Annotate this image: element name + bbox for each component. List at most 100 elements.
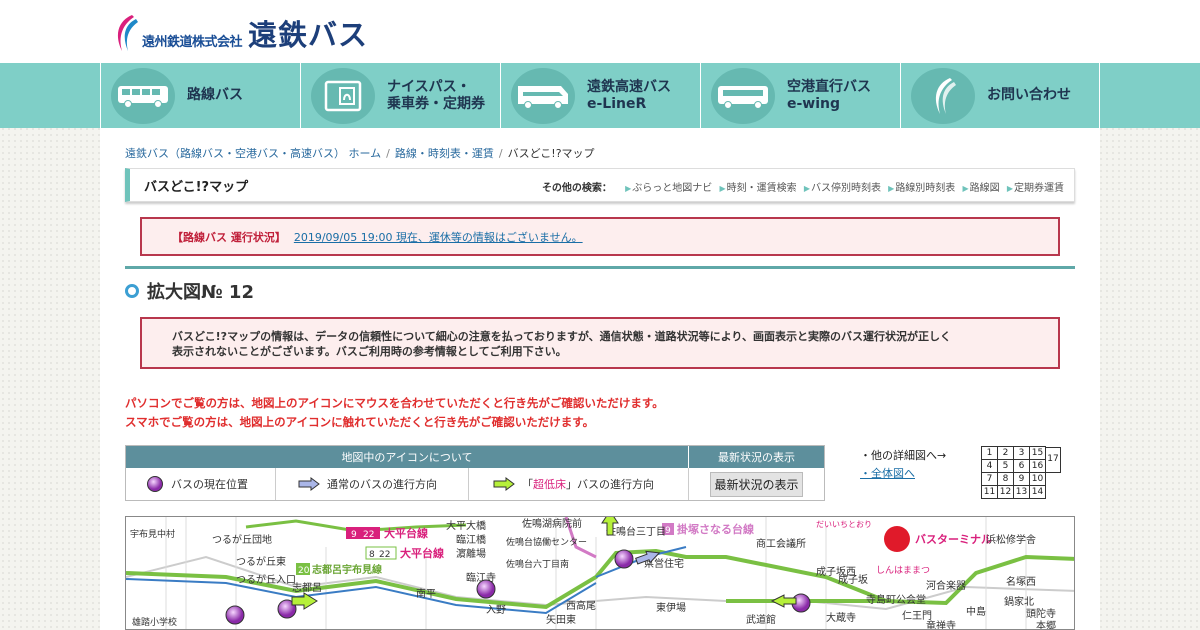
service-status-alert: 【路線バス 運行状況】 2019/09/05 19:00 現在、運休等の情報はご… — [140, 217, 1060, 256]
grid-cell[interactable]: 11 — [981, 485, 998, 499]
grid-cell[interactable]: 5 — [997, 459, 1014, 473]
company-name: 遠州鉄道株式会社 — [142, 34, 243, 50]
link-stop-timetable[interactable]: ▶バス停別時刻表 — [804, 183, 881, 194]
map-label: 鍋家北 — [1004, 595, 1034, 608]
map-label: 矢田東 — [546, 613, 576, 626]
airport-bus-icon — [711, 67, 775, 124]
grid-cell[interactable]: 16 — [1029, 459, 1046, 473]
map-label: つるが丘団地 — [212, 533, 272, 546]
line-badge-8-22: 8 22 大平台線 — [365, 546, 444, 560]
svg-text:20: 20 — [298, 566, 310, 576]
notice-line-1: バスどこ!?マップの情報は、データの信頼性について細心の注意を払っておりますが、… — [172, 330, 951, 343]
grid-cell[interactable]: 10 — [1029, 472, 1046, 486]
ring-icon — [125, 284, 139, 298]
nav-item-route-bus[interactable]: 路線バス — [100, 63, 300, 128]
link-commuter-fare[interactable]: ▶定期券運賃 — [1007, 183, 1064, 194]
bus-icon — [111, 67, 175, 124]
map-label: 成子坂 — [838, 574, 868, 586]
card-icon — [311, 67, 375, 124]
map-label: 佐鳴台六丁目南 — [506, 558, 569, 570]
usage-instructions: パソコンでご覧の方は、地図上のアイコンにマウスを合わせていただくと行き先がご確認… — [125, 394, 664, 432]
map-label: 宇布見中村 — [130, 528, 175, 540]
svg-text:大平台線: 大平台線 — [400, 546, 444, 560]
map-label: しんはままつ — [876, 565, 930, 576]
site-header: 遠州鉄道株式会社 遠鉄バス — [0, 0, 1200, 63]
svg-text:9: 9 — [351, 530, 357, 540]
map-label: 中島 — [966, 605, 986, 618]
nav-item-nicepass[interactable]: ナイスパス・ 乗車券・定期券 — [300, 63, 500, 128]
breadcrumb-routes[interactable]: 路線・時刻表・運賃 — [395, 147, 494, 160]
map-label: 佐鳴湖病院前 — [522, 517, 582, 530]
map-label: 佐鳴台協働センター — [506, 536, 587, 548]
nav-label-1: ナイスパス・ — [387, 78, 471, 95]
map-label: 西高尾 — [566, 599, 596, 612]
map-label: 竜禅寺 — [926, 619, 956, 630]
grid-cell[interactable]: 15 — [1029, 446, 1046, 460]
link-burari-map[interactable]: ▶ぶらっと地図ナビ — [625, 183, 712, 194]
highway-bus-icon — [511, 67, 575, 124]
nav-item-contact[interactable]: お問い合わせ — [900, 63, 1100, 128]
map-label: つるが丘東 — [236, 555, 286, 568]
legend-normal-direction: 通常のバスの進行方向 — [276, 468, 469, 500]
breadcrumb-sep: / — [386, 147, 390, 160]
nav-label-2: 乗車券・定期券 — [387, 95, 485, 112]
instruction-pc: パソコンでご覧の方は、地図上のアイコンにマウスを合わせていただくと行き先がご確認… — [125, 396, 664, 410]
bus-map[interactable]: 9 22 大平台線 8 22 大平台線 20 志都呂宇布見線 9 掛塚さなる台線 — [125, 516, 1075, 630]
legend-low-floor-direction: 「超低床」バスの進行方向 — [469, 468, 689, 500]
map-label: 南平 — [416, 587, 436, 600]
grid-cell[interactable]: 7 — [981, 472, 998, 486]
map-grid-index: 1 2 3 15 17 4 5 6 16 7 8 9 10 11 12 13 1… — [981, 446, 1062, 499]
blue-arrow-icon — [298, 477, 320, 491]
map-label: 東伊場 — [656, 601, 686, 614]
grid-cell[interactable]: 17 — [1045, 446, 1061, 473]
nav-item-airport-bus[interactable]: 空港直行バス e-wing — [700, 63, 900, 128]
map-label: 武道館 — [746, 613, 776, 626]
link-route-map[interactable]: ▶路線図 — [963, 183, 1000, 194]
line-badge-9-22: 9 22 大平台線 — [346, 526, 428, 540]
instruction-sp: スマホでご覧の方は、地図上のアイコンに触れていただくと行き先がご確認いただけます… — [125, 415, 595, 429]
link-timetable-fare[interactable]: ▶時刻・運賃検索 — [719, 183, 796, 194]
svg-text:22: 22 — [379, 550, 390, 560]
map-label: つるが丘入口 — [236, 573, 296, 586]
page-title: バスどこ!?マップ — [144, 179, 249, 195]
nav-label-1: 空港直行バス — [787, 78, 871, 95]
bus-position-icon[interactable] — [225, 605, 245, 625]
svg-text:志都呂宇布見線: 志都呂宇布見線 — [312, 563, 382, 576]
refresh-latest-button[interactable]: 最新状況の表示 — [710, 471, 803, 497]
grid-cell[interactable]: 9 — [1013, 472, 1030, 486]
map-label: 本郷 — [1036, 619, 1056, 630]
grid-cell[interactable]: 1 — [981, 446, 998, 460]
breadcrumb-home[interactable]: 遠鉄バス（路線バス・空港バス・高速バス） ホーム — [125, 147, 381, 160]
svg-text:大平台線: 大平台線 — [384, 526, 428, 540]
legend-header: 地図中のアイコンについて — [126, 446, 689, 468]
legend-bus-position: バスの現在位置 — [126, 468, 276, 500]
map-label: バスターミナル — [915, 533, 992, 546]
bus-position-icon[interactable] — [614, 549, 634, 569]
map-label: 名塚西 — [1006, 575, 1036, 588]
bus-position-icon — [147, 476, 163, 492]
link-route-timetable[interactable]: ▶路線別時刻表 — [888, 183, 955, 194]
grid-cell[interactable]: 3 — [1013, 446, 1030, 460]
grid-cell[interactable]: 2 — [997, 446, 1014, 460]
nav-label-2: e-wing — [787, 95, 841, 112]
status-link[interactable]: 2019/09/05 19:00 現在、運休等の情報はございません。 — [294, 229, 583, 245]
line-badge-20: 20 志都呂宇布見線 — [296, 563, 382, 576]
bus-position-icon[interactable] — [476, 579, 496, 599]
grid-cell[interactable]: 6 — [1013, 459, 1030, 473]
map-label: 河合楽器 — [926, 579, 966, 592]
breadcrumb-current: バスどこ!?マップ — [507, 147, 595, 160]
map-label: 佐鳴台三丁目 — [606, 525, 666, 538]
line-badge-9: 9 掛塚さなる台線 — [662, 522, 754, 536]
grid-cell[interactable]: 13 — [1013, 485, 1030, 499]
grid-cell-current: 12 — [997, 485, 1014, 499]
site-logo[interactable]: 遠州鉄道株式会社 遠鉄バス — [112, 12, 368, 54]
grid-cell[interactable]: 14 — [1029, 485, 1046, 499]
full-map-link[interactable]: ・全体図へ — [860, 467, 915, 480]
main-content: 遠鉄バス（路線バス・空港バス・高速バス） ホーム / 路線・時刻表・運賃 / バスどこ!… — [100, 128, 1100, 630]
grid-cell[interactable]: 8 — [997, 472, 1014, 486]
map-label: 大蔵寺 — [826, 611, 856, 624]
grid-cell[interactable]: 4 — [981, 459, 998, 473]
brand-name: 遠鉄バス — [248, 18, 369, 52]
svg-text:掛塚さなる台線: 掛塚さなる台線 — [677, 522, 754, 536]
nav-item-highway-bus[interactable]: 遠鉄高速バス e-LineR — [500, 63, 700, 128]
